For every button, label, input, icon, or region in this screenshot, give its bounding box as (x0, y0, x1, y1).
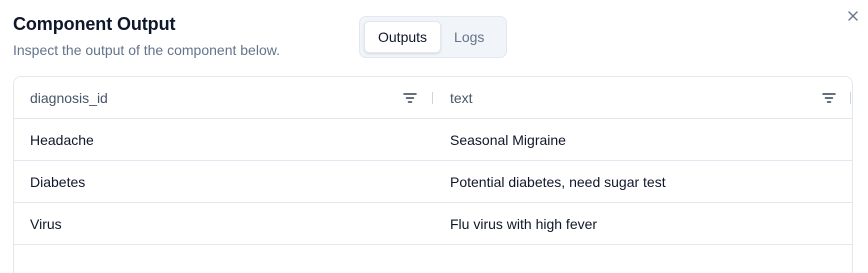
column-header-text[interactable]: text (450, 77, 473, 119)
filter-icon[interactable] (821, 90, 837, 106)
cell-diagnosis-id: Headache (30, 132, 94, 148)
column-resize-handle[interactable] (850, 92, 851, 104)
filter-icon[interactable] (402, 90, 418, 106)
cell-text: Seasonal Migraine (450, 132, 566, 148)
column-resize-handle[interactable] (432, 92, 433, 104)
close-button[interactable] (846, 9, 860, 23)
table-row[interactable]: Headache Seasonal Migraine (14, 119, 852, 161)
table-row[interactable]: Virus Flu virus with high fever (14, 203, 852, 245)
tab-logs[interactable]: Logs (441, 21, 497, 53)
cell-text: Potential diabetes, need sugar test (450, 174, 666, 190)
dialog-subtitle: Inspect the output of the component belo… (13, 42, 280, 58)
output-tabs: Outputs Logs (359, 16, 507, 58)
cell-diagnosis-id: Diabetes (30, 174, 86, 190)
tab-outputs[interactable]: Outputs (364, 21, 442, 53)
close-icon (848, 11, 858, 21)
component-output-dialog: Component Output Inspect the output of t… (0, 0, 868, 273)
cell-text: Flu virus with high fever (450, 216, 598, 232)
dialog-title: Component Output (13, 14, 176, 34)
table-header: diagnosis_id text (14, 77, 852, 119)
table-row[interactable]: Diabetes Potential diabetes, need sugar … (14, 161, 852, 203)
cell-diagnosis-id: Virus (30, 216, 62, 232)
column-header-diagnosis-id[interactable]: diagnosis_id (30, 77, 108, 119)
output-table: diagnosis_id text Headache Seasonal Migr… (13, 76, 853, 273)
